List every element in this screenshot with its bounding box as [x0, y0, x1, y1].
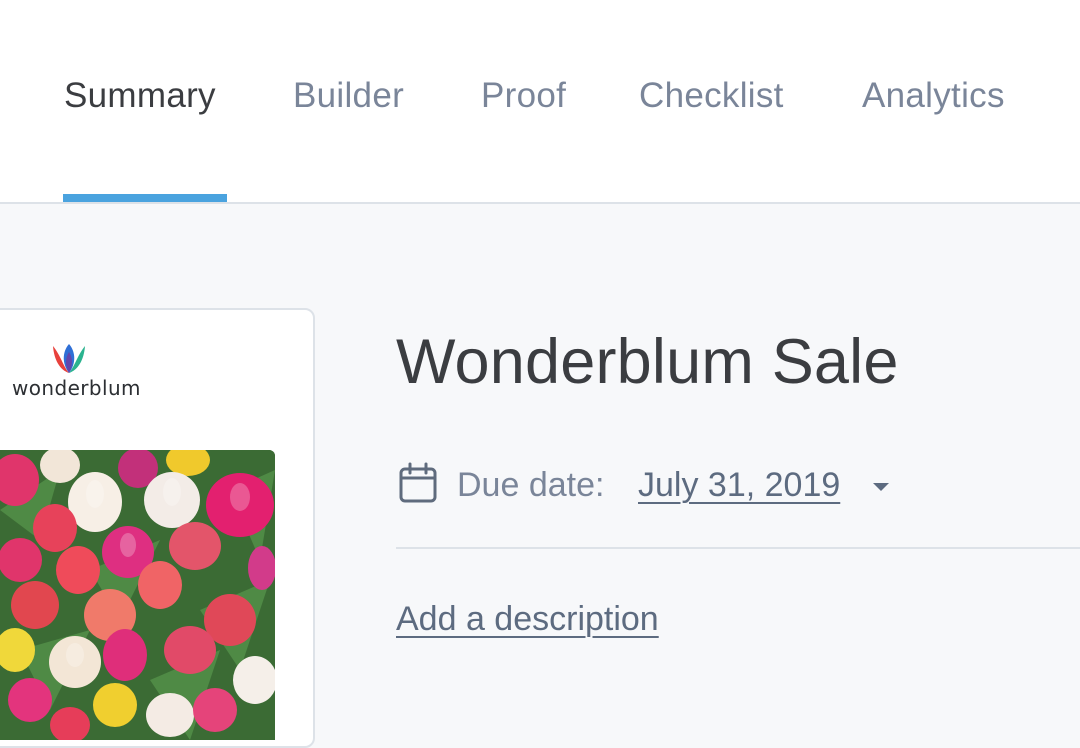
- add-description-link[interactable]: Add a description: [396, 600, 659, 639]
- due-date-value[interactable]: July 31, 2019: [638, 466, 840, 505]
- tab-checklist[interactable]: Checklist: [639, 76, 784, 120]
- campaign-title: Wonderblum Sale: [396, 327, 899, 397]
- divider: [396, 547, 1080, 549]
- chevron-down-icon[interactable]: [871, 481, 891, 493]
- tab-summary[interactable]: Summary: [64, 76, 216, 120]
- tab-analytics[interactable]: Analytics: [862, 76, 1005, 120]
- tulip-bouquet-photo: [0, 450, 275, 740]
- tab-bar: Summary Builder Proof Checklist Analytic…: [0, 0, 1080, 204]
- due-date-label: Due date:: [457, 466, 605, 504]
- tulip-logo-icon: [53, 344, 85, 373]
- active-tab-indicator: [63, 194, 227, 202]
- calendar-icon: [399, 462, 437, 503]
- brand-wordmark: wonderblum: [12, 376, 141, 400]
- tab-proof[interactable]: Proof: [481, 76, 566, 120]
- tab-builder[interactable]: Builder: [293, 76, 404, 120]
